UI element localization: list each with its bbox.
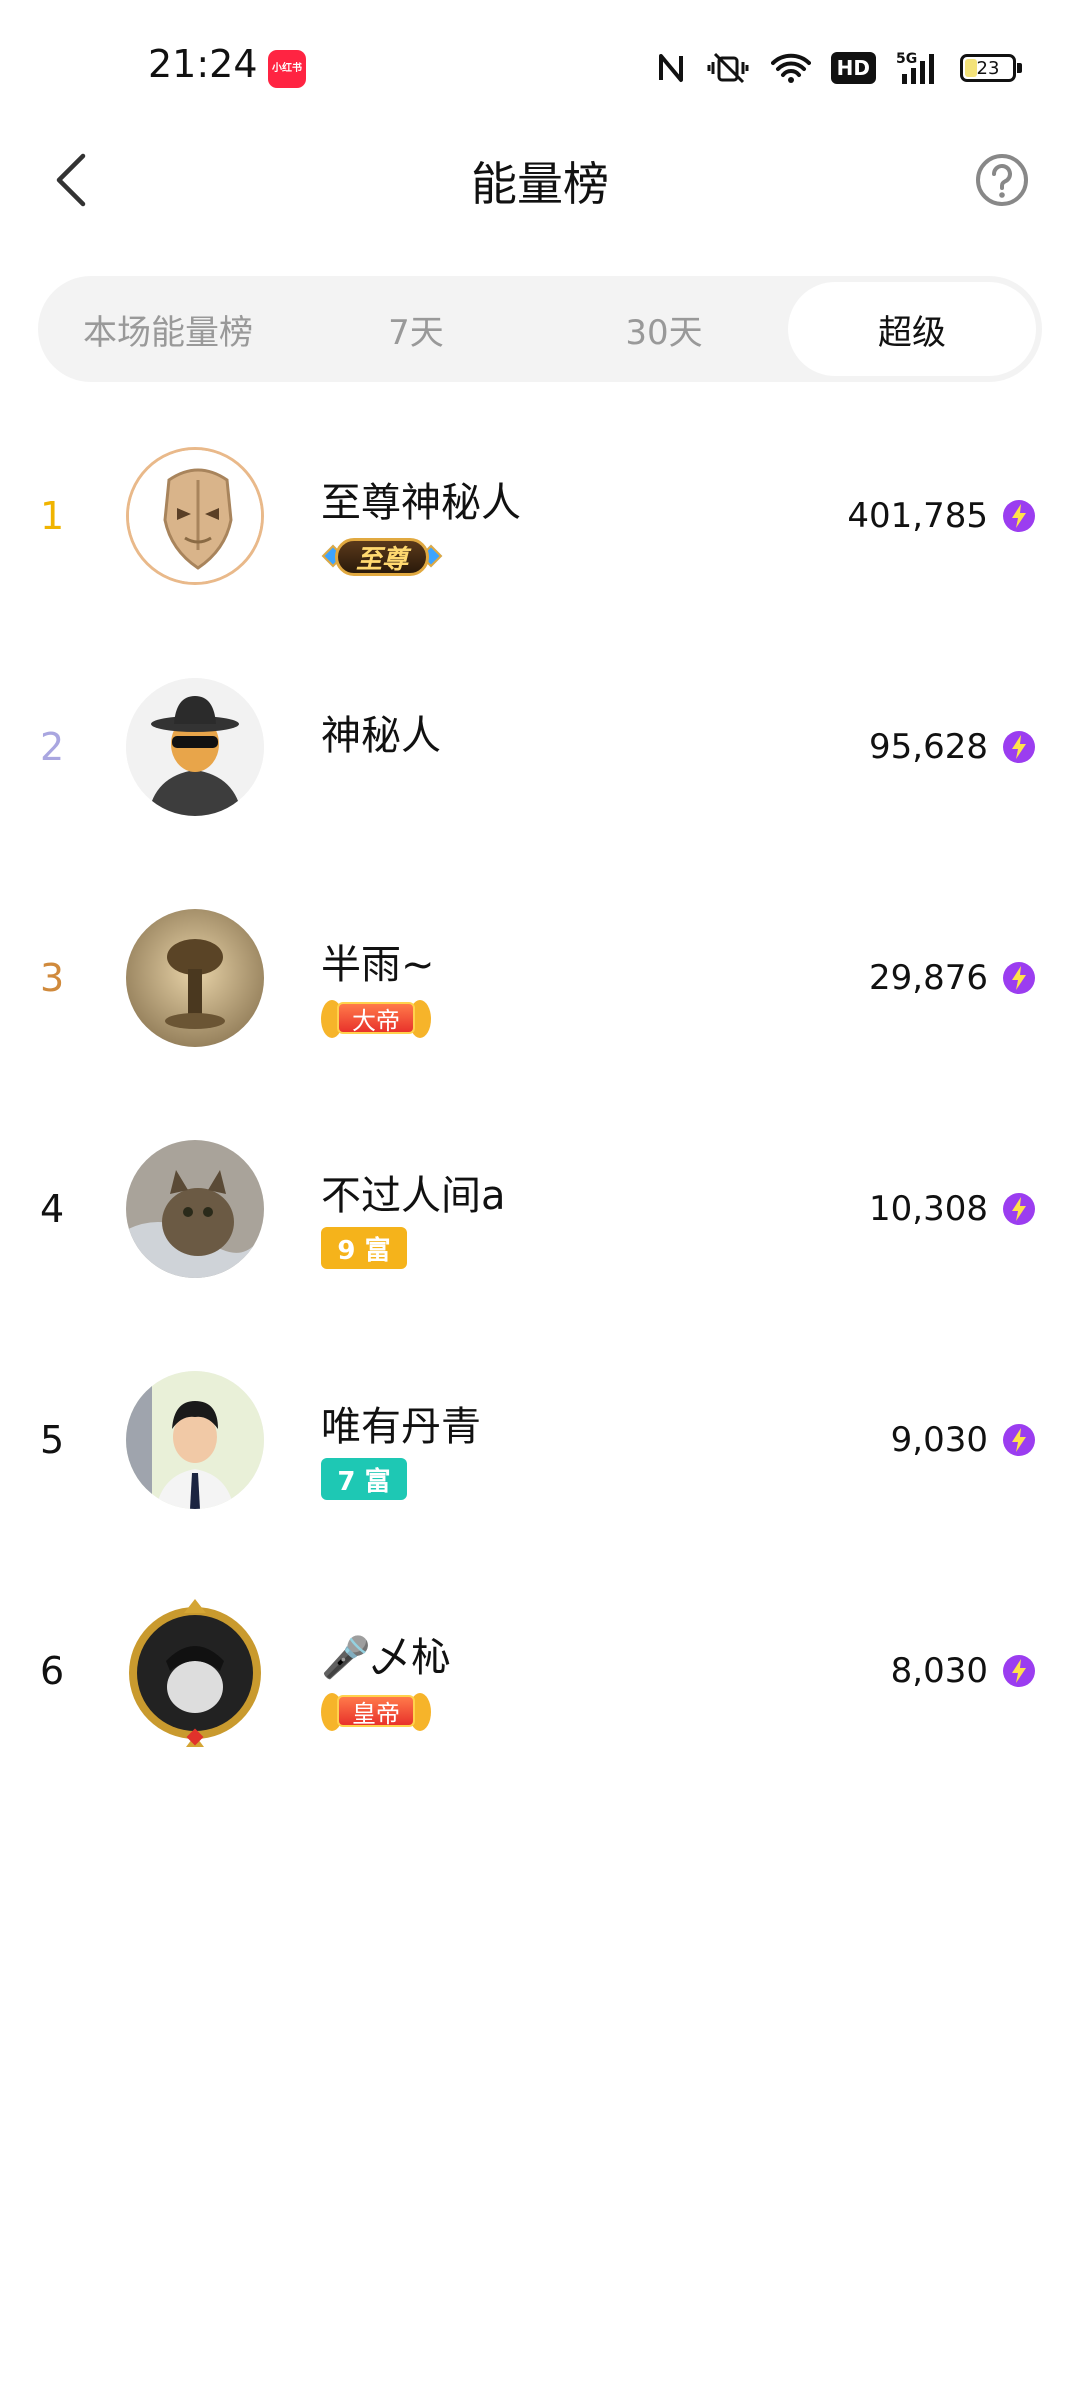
- avatar[interactable]: [126, 1371, 264, 1509]
- ranking-row[interactable]: 4 不过人间a 9 富 10,308: [0, 1093, 1080, 1324]
- energy-score: 401,785: [847, 495, 988, 536]
- ranking-row[interactable]: 6 🎤乄杺 皇帝 8,030: [0, 1555, 1080, 1786]
- page-title: 能量榜: [471, 157, 609, 211]
- spy-avatar-icon: [126, 678, 264, 816]
- user-name: 神秘人: [321, 713, 441, 759]
- ranking-row[interactable]: 3 半雨~ 大帝 29,876: [0, 862, 1080, 1093]
- avatar[interactable]: [126, 447, 264, 585]
- ranking-row[interactable]: 2 神秘人 95,628: [0, 631, 1080, 862]
- rank-number: 2: [40, 724, 65, 769]
- avatar[interactable]: [126, 678, 264, 816]
- ranking-list: 1 至尊神秘人 至尊 401,785 2 神秘人 95,628 3 半雨~ 大帝…: [0, 400, 1080, 1786]
- energy-bolt-icon: [1003, 1424, 1035, 1456]
- level-badge: 9 富: [321, 1227, 407, 1269]
- cat-avatar-icon: [126, 1140, 264, 1278]
- user-name: 至尊神秘人: [321, 480, 521, 526]
- battery-level: 23: [976, 57, 1000, 79]
- tab-30-days[interactable]: 30天: [540, 282, 788, 376]
- ranking-row[interactable]: 5 唯有丹青 7 富 9,030: [0, 1324, 1080, 1555]
- help-button[interactable]: [972, 150, 1032, 210]
- energy-score: 9,030: [890, 1419, 988, 1460]
- avatar[interactable]: [126, 909, 264, 1047]
- energy-score: 29,876: [869, 957, 988, 998]
- energy-score: 95,628: [869, 726, 988, 767]
- ranking-row[interactable]: 1 至尊神秘人 至尊 401,785: [0, 400, 1080, 631]
- user-name: 🎤乄杺: [321, 1635, 451, 1681]
- ranking-period-tabs: 本场能量榜 7天 30天 超级: [38, 276, 1042, 382]
- level-badge: 7 富: [321, 1458, 407, 1500]
- header: 能量榜: [0, 120, 1080, 240]
- status-time: 21:24: [148, 42, 258, 86]
- signal-5g-icon: 5G: [896, 51, 934, 84]
- avatar[interactable]: [126, 1140, 264, 1278]
- energy-bolt-icon: [1003, 500, 1035, 532]
- question-circle-icon: [976, 154, 1028, 206]
- huangdi-badge: 皇帝: [321, 1689, 431, 1735]
- rank-number: 3: [40, 955, 65, 1000]
- xiaohongshu-app-icon: 小红书: [268, 50, 306, 88]
- tab-this-session[interactable]: 本场能量榜: [44, 282, 292, 376]
- zhizun-badge: 至尊: [321, 534, 443, 580]
- badge-text: 至尊: [335, 538, 429, 576]
- energy-bolt-icon: [1003, 962, 1035, 994]
- svg-text:5G: 5G: [896, 51, 917, 67]
- energy-score: 8,030: [890, 1650, 988, 1691]
- boy-avatar-icon: [126, 1371, 264, 1509]
- dadi-badge: 大帝: [321, 996, 431, 1042]
- badge-text: 大帝: [337, 1002, 415, 1035]
- vibrate-mute-icon: [707, 52, 749, 84]
- user-name: 半雨~: [321, 942, 435, 988]
- hd-icon: HD: [830, 52, 876, 84]
- nfc-icon: [658, 54, 683, 82]
- status-icons: HD 5G 23: [657, 46, 1022, 90]
- explosion-avatar-icon: [126, 909, 264, 1047]
- rank-number: 5: [40, 1417, 65, 1462]
- rank-number: 1: [40, 493, 65, 538]
- energy-score: 10,308: [869, 1188, 988, 1229]
- rank-number: 4: [40, 1186, 65, 1231]
- battery-icon: 23: [960, 54, 1022, 82]
- energy-bolt-icon: [1003, 731, 1035, 763]
- user-name: 不过人间a: [321, 1173, 506, 1219]
- tab-7-days[interactable]: 7天: [292, 282, 540, 376]
- rank-number: 6: [40, 1648, 65, 1693]
- avatar[interactable]: [116, 1591, 274, 1749]
- framed-avatar-icon: [129, 1599, 261, 1747]
- user-name: 唯有丹青: [321, 1404, 481, 1450]
- badge-text: 皇帝: [337, 1695, 415, 1728]
- status-bar: 21:24 小红书 HD 5G 23: [0, 0, 1080, 120]
- wifi-icon: [770, 53, 811, 83]
- energy-bolt-icon: [1003, 1655, 1035, 1687]
- gold-mask-avatar-icon: [129, 450, 261, 582]
- tab-super[interactable]: 超级: [788, 282, 1036, 376]
- energy-bolt-icon: [1003, 1193, 1035, 1225]
